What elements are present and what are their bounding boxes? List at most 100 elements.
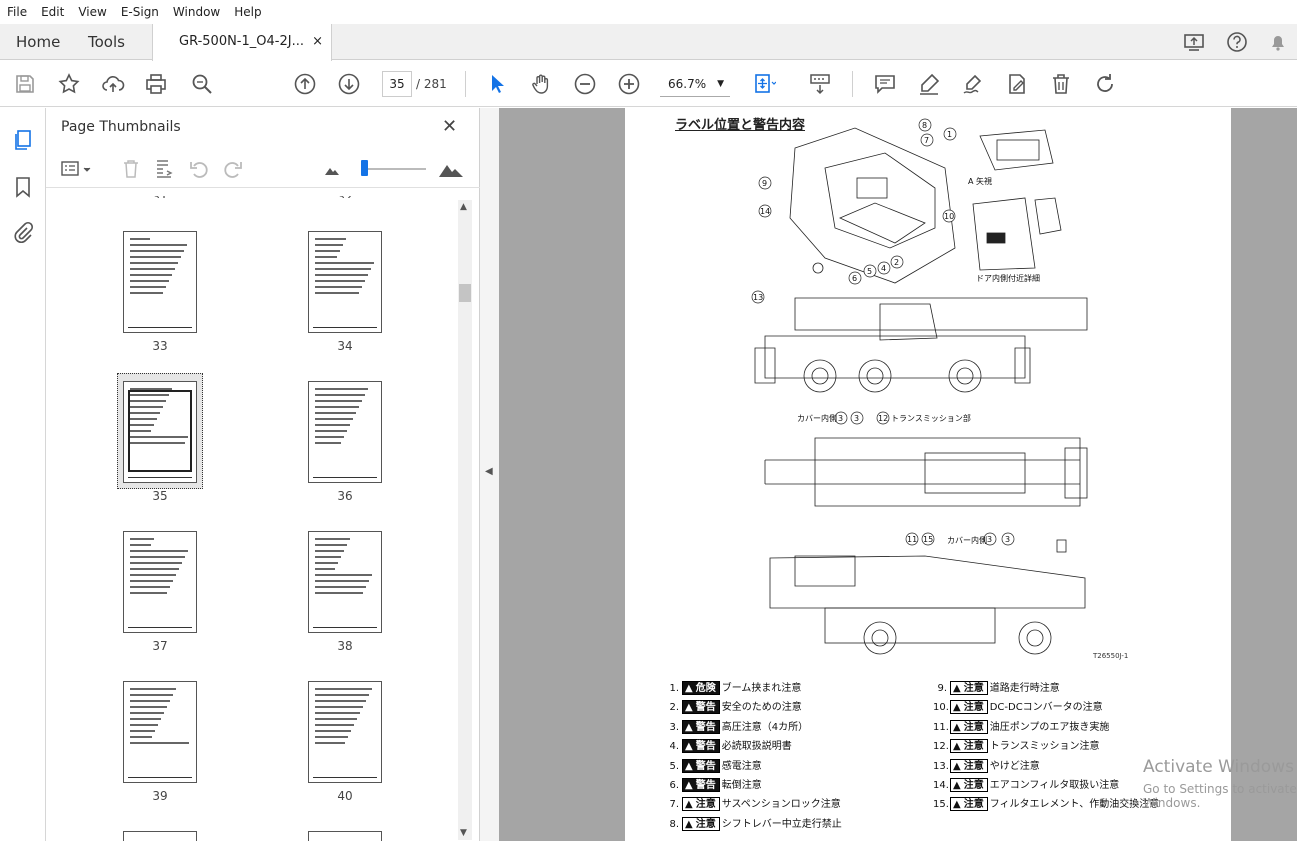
- page-thumbnail[interactable]: [123, 381, 197, 483]
- scroll-down-icon[interactable]: ▼: [460, 828, 467, 838]
- upload-cloud-icon[interactable]: [101, 72, 125, 96]
- share-screen-icon[interactable]: [1183, 31, 1205, 53]
- thumbnail-size-slider-knob[interactable]: [361, 160, 368, 176]
- tab-home[interactable]: Home: [16, 24, 60, 60]
- notification-bell-icon[interactable]: [1267, 31, 1289, 53]
- svg-text:3: 3: [854, 414, 859, 423]
- extract-page-icon[interactable]: [153, 158, 175, 180]
- page-thumbnail[interactable]: [308, 681, 382, 783]
- warning-triangle-icon: ▲: [953, 683, 961, 694]
- comment-icon[interactable]: [873, 72, 897, 96]
- thumbnail-scrollbar[interactable]: ▲ ▼: [458, 200, 472, 840]
- thumbnail-page-number: 36: [337, 489, 353, 503]
- warning-triangle-icon: ▲: [953, 702, 961, 714]
- label-number: 13.: [933, 760, 949, 772]
- warning-triangle-icon: ▲: [953, 760, 961, 772]
- warning-triangle-icon: ▲: [685, 818, 693, 830]
- hazard-badge: ▲ 警告: [682, 700, 720, 715]
- save-icon[interactable]: [13, 72, 37, 96]
- hazard-level: 警告: [695, 780, 716, 791]
- svg-text:5: 5: [867, 267, 872, 276]
- attachments-paperclip-icon[interactable]: [11, 221, 35, 245]
- rotate-clockwise-icon[interactable]: [222, 158, 244, 180]
- menu-item-esign[interactable]: E-Sign: [114, 5, 166, 19]
- rotate-counterclockwise-icon[interactable]: [188, 158, 210, 180]
- highlight-pen-icon[interactable]: [917, 72, 941, 96]
- document-viewport[interactable]: ラベル位置と警告内容 8 7 9 14 6 5 4 2 1 10 13 3 3 …: [499, 108, 1297, 841]
- warning-label-item: 10. ▲ 注意 DC-DCコンバータの注意: [933, 698, 1103, 715]
- label-description: やけど注意: [989, 760, 1040, 772]
- page-thumbnails-icon[interactable]: [11, 128, 35, 152]
- previous-page-icon[interactable]: [293, 72, 317, 96]
- label-description: 安全のための注意: [721, 702, 802, 714]
- svg-text:14: 14: [760, 207, 770, 216]
- label-number: 6.: [669, 780, 679, 791]
- scroll-mode-icon[interactable]: [808, 72, 832, 96]
- warning-triangle-icon: ▲: [685, 780, 693, 791]
- hazard-level: 注意: [963, 780, 984, 791]
- scrollbar-thumb[interactable]: [459, 284, 471, 302]
- label-description: 高圧注意（4カ所）: [721, 721, 809, 733]
- hand-pan-icon[interactable]: [529, 72, 553, 96]
- thumbnail-large-icon[interactable]: [438, 158, 464, 180]
- menu-item-file[interactable]: File: [0, 5, 34, 19]
- select-pointer-icon[interactable]: [485, 72, 509, 96]
- page-thumbnail[interactable]: [308, 531, 382, 633]
- page-thumbnail[interactable]: [308, 231, 382, 333]
- delete-page-icon[interactable]: [120, 158, 142, 180]
- zoom-out-icon[interactable]: [573, 72, 597, 96]
- collapse-panel-icon[interactable]: ◀: [485, 466, 493, 477]
- hazard-level: 注意: [695, 818, 716, 830]
- edit-pdf-icon[interactable]: [1005, 72, 1029, 96]
- thumbnail-page-number: 37: [152, 639, 168, 653]
- page-thumbnail[interactable]: [123, 231, 197, 333]
- fit-page-icon[interactable]: [752, 72, 777, 96]
- crane-label-diagram: 8 7 9 14 6 5 4 2 1 10 13 3 3 12 11 15 3 …: [751, 118, 1088, 655]
- menu-item-view[interactable]: View: [71, 5, 113, 19]
- thumbnail-small-icon[interactable]: [324, 158, 340, 180]
- tab-document[interactable]: GR-500N-1_O4-2J... ×: [152, 24, 332, 61]
- label-number: 9.: [937, 683, 947, 694]
- zoom-level-select[interactable]: 66.7% ▼: [660, 71, 730, 97]
- page-number-input[interactable]: 35: [382, 71, 412, 97]
- thumbnail-options-icon[interactable]: [60, 158, 94, 180]
- menu-item-edit[interactable]: Edit: [34, 5, 71, 19]
- next-page-icon[interactable]: [337, 72, 361, 96]
- thumbnail-page-number: 33: [152, 339, 168, 353]
- scroll-up-icon[interactable]: ▲: [460, 202, 467, 212]
- help-icon[interactable]: [1226, 31, 1248, 53]
- close-panel-icon[interactable]: ✕: [442, 116, 457, 137]
- windows-activation-hint: Go to Settings to activate Windows.: [1143, 782, 1297, 810]
- page-thumbnail[interactable]: [123, 531, 197, 633]
- thumbnail-size-slider[interactable]: [361, 168, 426, 170]
- page-thumbnail[interactable]: [123, 681, 197, 783]
- label-number: 8.: [669, 818, 679, 830]
- redo-rotate-icon[interactable]: [1093, 72, 1117, 96]
- delete-trash-icon[interactable]: [1049, 72, 1073, 96]
- toolbar-separator: [852, 71, 853, 97]
- svg-text:10: 10: [944, 212, 954, 221]
- label-description: サスペンションロック注意: [721, 799, 841, 811]
- menu-item-window[interactable]: Window: [166, 5, 227, 19]
- svg-text:1: 1: [947, 130, 952, 139]
- svg-text:8: 8: [922, 121, 927, 130]
- svg-text:15: 15: [923, 535, 933, 544]
- close-tab-icon[interactable]: ×: [312, 24, 323, 60]
- tab-tools[interactable]: Tools: [88, 24, 125, 60]
- svg-text:7: 7: [924, 136, 929, 145]
- cover-inner-caption: カバー内側: [947, 536, 987, 545]
- menu-item-help[interactable]: Help: [227, 5, 268, 19]
- zoom-search-icon[interactable]: [190, 72, 214, 96]
- label-number: 3.: [669, 721, 679, 733]
- page-thumbnail-partial[interactable]: [123, 831, 197, 841]
- bookmarks-icon[interactable]: [11, 175, 35, 199]
- label-description: 転倒注意: [721, 780, 762, 791]
- print-icon[interactable]: [144, 72, 168, 96]
- zoom-in-icon[interactable]: [617, 72, 641, 96]
- bookmark-star-icon[interactable]: [57, 72, 81, 96]
- page-thumbnail-partial[interactable]: [308, 831, 382, 841]
- page-thumbnail[interactable]: [308, 381, 382, 483]
- label-description: フィルタエレメント、作動油交換注意: [989, 799, 1160, 811]
- draw-signature-icon[interactable]: [961, 72, 985, 96]
- panel-splitter[interactable]: ◀: [480, 108, 499, 841]
